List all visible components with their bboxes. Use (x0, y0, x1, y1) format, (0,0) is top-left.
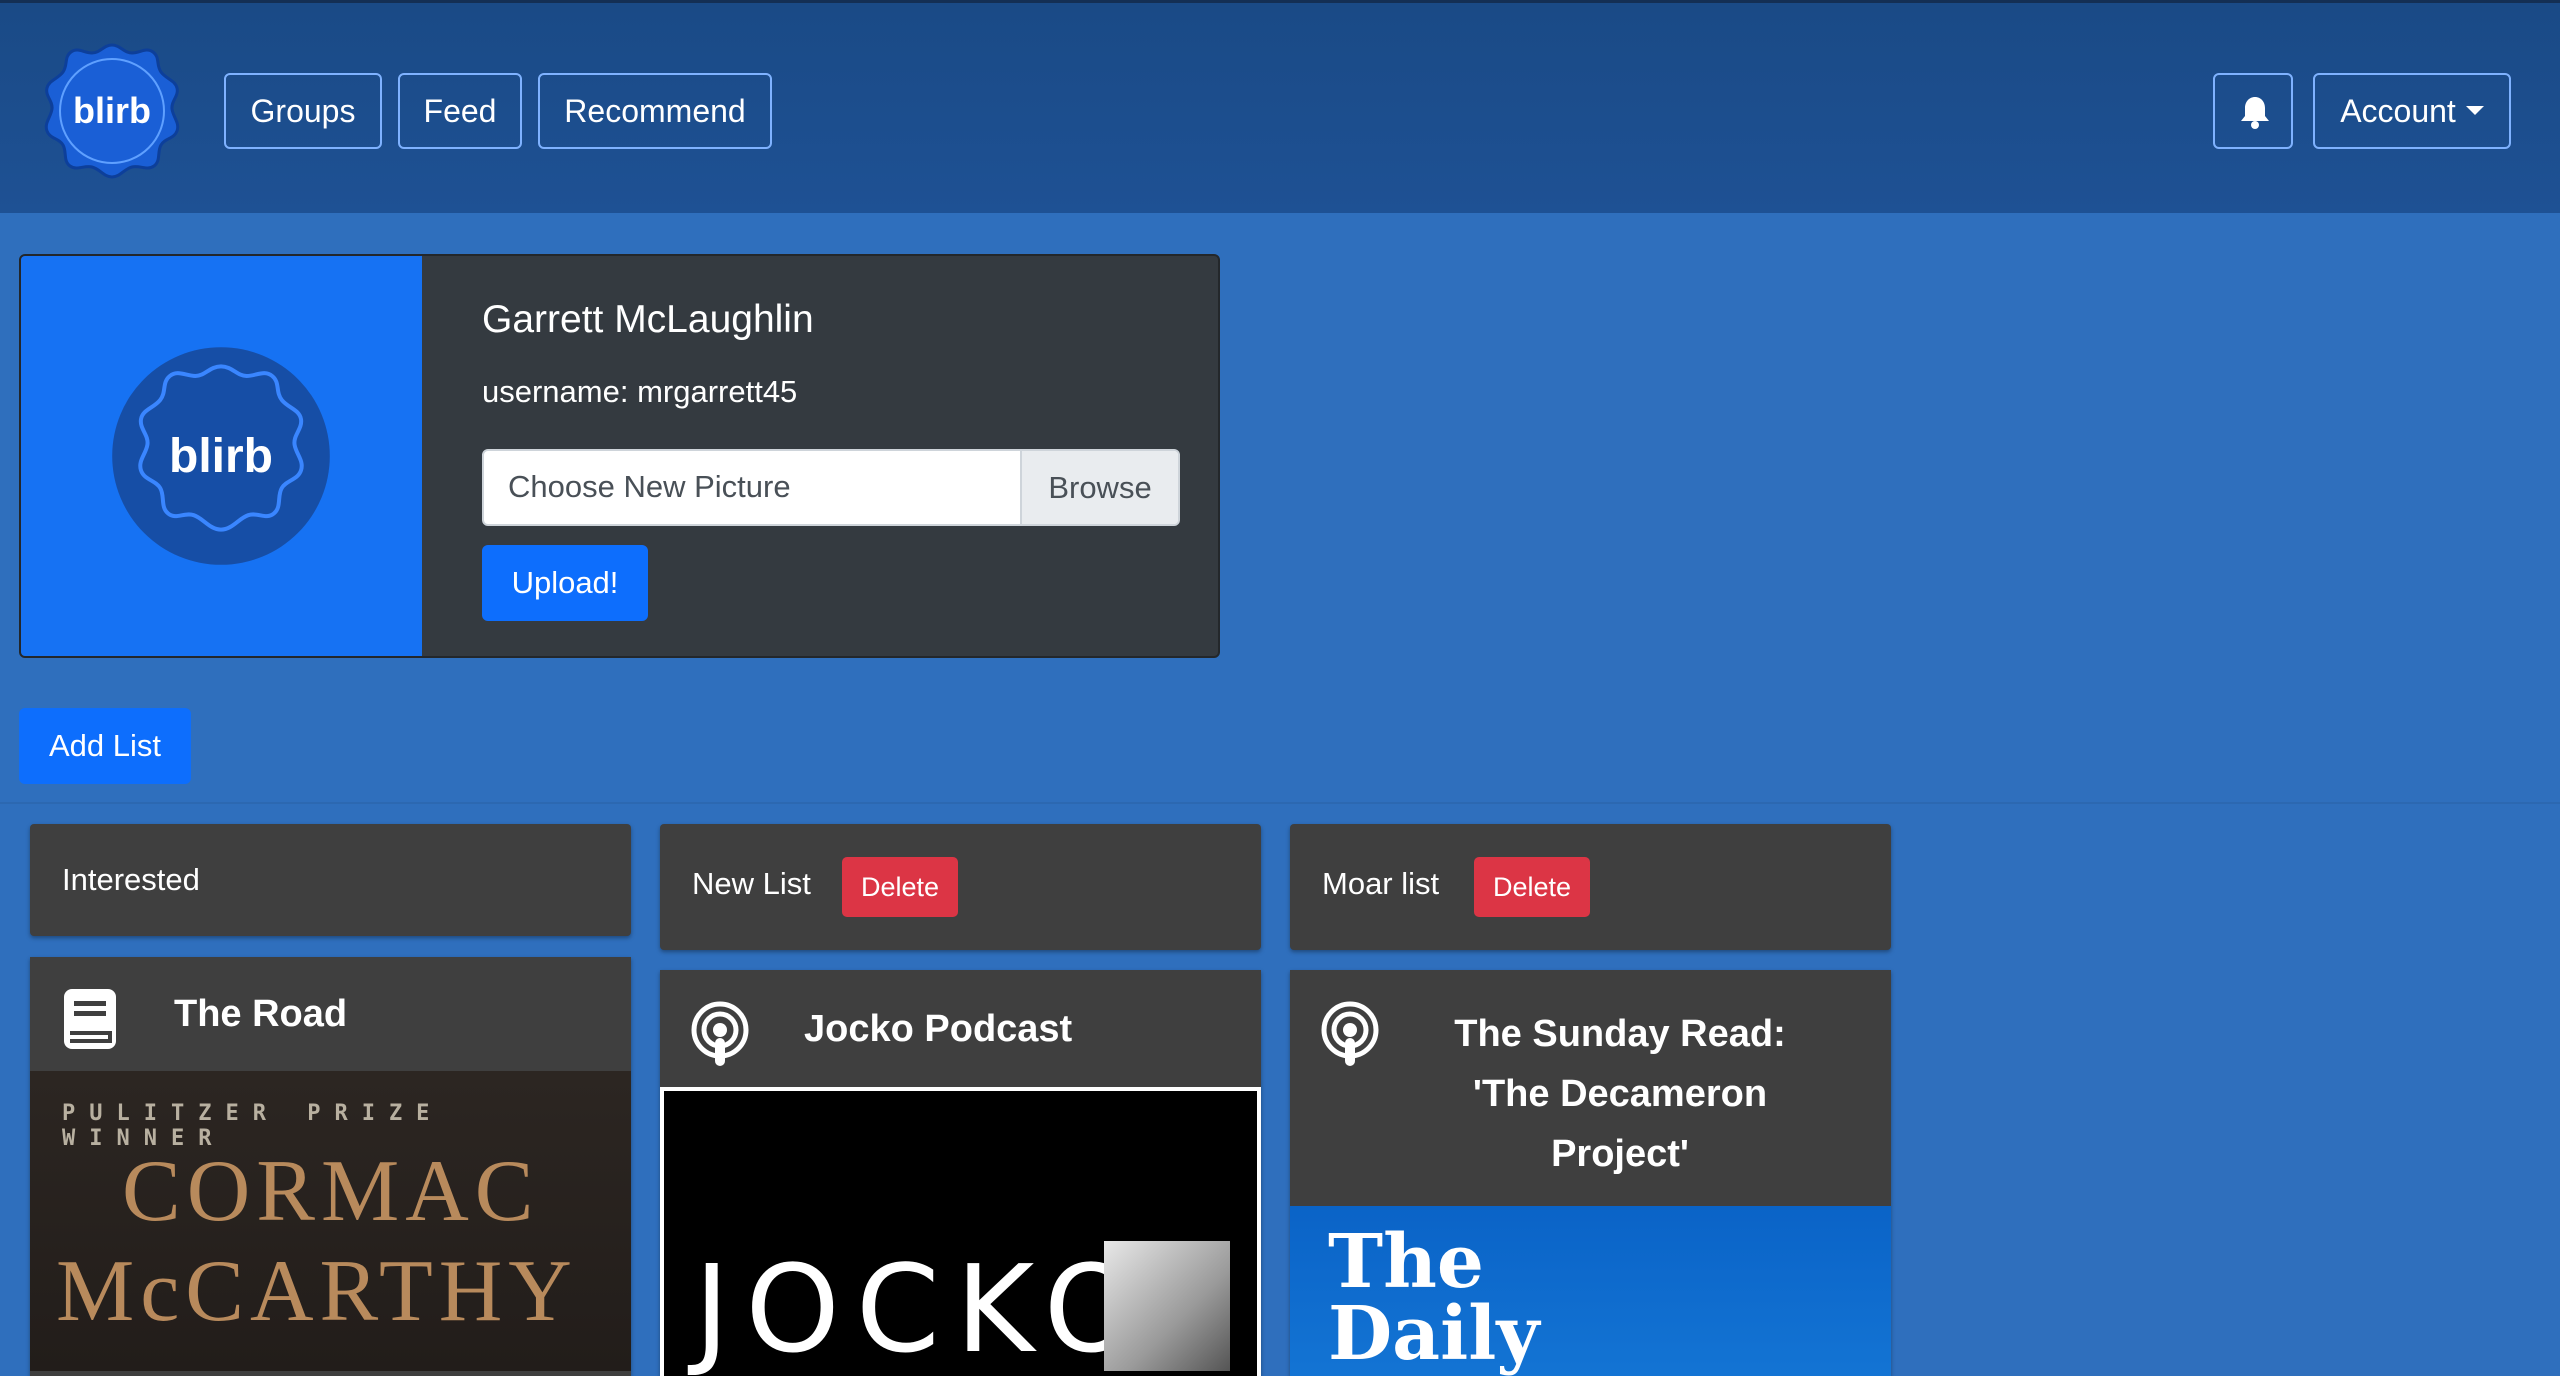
list-header-new-list: New List Delete (660, 824, 1261, 950)
upload-button[interactable]: Upload! (482, 545, 648, 621)
profile-username: username: mrgarrett45 (482, 374, 798, 409)
list-header-moar-list: Moar list Delete (1290, 824, 1891, 950)
media-title: The Sunday Read: 'The Decameron Project' (1410, 1004, 1830, 1184)
add-list-button[interactable]: Add List (19, 708, 191, 784)
book-cover-image: PULITZER PRIZE WINNER CORMAC McCARTHY (30, 1071, 631, 1371)
media-title: The Road (174, 993, 348, 1035)
cover-author-first: CORMAC (122, 1143, 540, 1240)
browse-button[interactable]: Browse (1020, 451, 1178, 524)
media-title-line: 'The Decameron (1472, 1073, 1768, 1115)
cover-text: JOCKO (694, 1241, 1155, 1376)
bell-icon (2241, 97, 2269, 129)
svg-text:blirb: blirb (169, 430, 273, 483)
blirb-logo[interactable]: blirb (42, 41, 182, 181)
choose-picture-input[interactable]: Choose New Picture Browse (482, 449, 1180, 526)
nav-feed-button[interactable]: Feed (398, 73, 522, 149)
book-icon (64, 989, 116, 1049)
profile-card: blirb Garrett McLaughlin username: mrgar… (19, 254, 1220, 658)
media-card-jocko-podcast[interactable]: Jocko Podcast JOCKO (660, 970, 1261, 1376)
cover-text: The Daily (1328, 1219, 1540, 1376)
podcast-cover-image: The Daily (1290, 1206, 1891, 1376)
section-divider (0, 802, 2560, 804)
media-title-line: Project' (1551, 1133, 1689, 1175)
list-title: Interested (62, 862, 200, 897)
cover-author-last: McCARTHY (56, 1243, 578, 1340)
cover-text-line: The (1328, 1219, 1484, 1305)
media-title: Jocko Podcast (804, 1008, 1073, 1050)
notifications-button[interactable] (2213, 73, 2293, 149)
file-input-placeholder: Choose New Picture (508, 469, 791, 504)
logo-badge-icon: blirb (44, 43, 180, 179)
media-card-sunday-read[interactable]: The Sunday Read: 'The Decameron Project'… (1290, 970, 1891, 1376)
cover-photo (1104, 1241, 1230, 1371)
profile-picture: blirb (21, 256, 422, 656)
svg-text:blirb: blirb (73, 90, 151, 131)
cover-text-line: Daily (1328, 1291, 1540, 1376)
account-dropdown[interactable]: Account (2313, 73, 2511, 149)
media-title-line: The Sunday Read: (1454, 1013, 1786, 1055)
caret-down-icon (2465, 106, 2484, 116)
list-title: New List (692, 866, 811, 901)
delete-list-button[interactable]: Delete (842, 857, 958, 917)
profile-name: Garrett McLaughlin (482, 298, 814, 341)
delete-list-button[interactable]: Delete (1474, 857, 1590, 917)
nav-groups-button[interactable]: Groups (224, 73, 382, 149)
account-label: Account (2340, 93, 2456, 129)
nav-recommend-button[interactable]: Recommend (538, 73, 772, 149)
podcast-cover-image: JOCKO (660, 1087, 1261, 1376)
media-card-the-road[interactable]: The Road PULITZER PRIZE WINNER CORMAC Mc… (30, 957, 631, 1376)
podcast-icon (1321, 1001, 1379, 1066)
list-title: Moar list (1322, 866, 1440, 901)
podcast-icon (691, 1001, 749, 1066)
avatar-badge-icon: blirb (112, 347, 330, 565)
list-header-interested: Interested (30, 824, 631, 936)
top-navbar: blirb Groups Feed Recommend Account (0, 0, 2560, 213)
